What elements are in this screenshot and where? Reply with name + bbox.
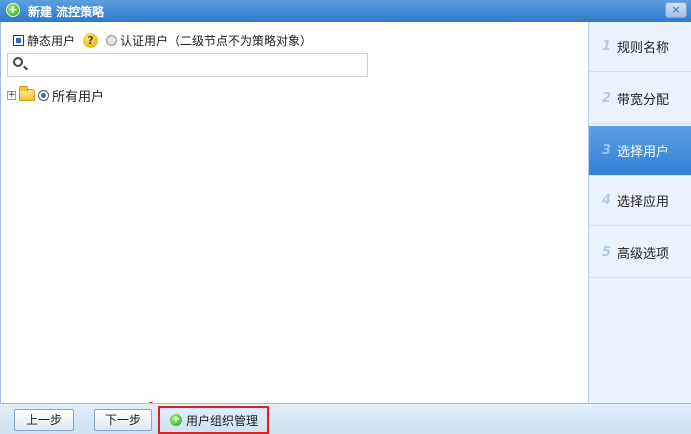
- step-number: 3: [601, 143, 611, 158]
- user-tree: + 所有用户: [7, 86, 104, 105]
- auth-user-radio[interactable]: [106, 34, 118, 46]
- step-label: 规则名称: [617, 41, 670, 56]
- add-circle-icon: +: [170, 414, 182, 426]
- user-org-manage-button[interactable]: + 用户组织管理: [158, 406, 269, 434]
- step-select-user[interactable]: 3 选择用户: [589, 126, 691, 176]
- tree-root-radio[interactable]: [38, 89, 49, 101]
- step-label: 选择应用: [617, 195, 670, 210]
- prev-button[interactable]: 上一步: [14, 409, 74, 431]
- step-bandwidth[interactable]: 2 带宽分配: [589, 74, 691, 124]
- step-number: 1: [601, 39, 611, 54]
- step-select-app[interactable]: 4 选择应用: [589, 176, 691, 226]
- step-number: 2: [601, 91, 611, 106]
- tree-root-label[interactable]: 所有用户: [52, 86, 104, 105]
- search-icon: [13, 57, 23, 67]
- step-number: 5: [601, 245, 611, 260]
- step-label: 带宽分配: [617, 93, 670, 108]
- search-input[interactable]: [30, 56, 364, 76]
- dialog-title: 新建 流控策略: [28, 5, 105, 19]
- static-user-radio[interactable]: [13, 34, 24, 46]
- step-rule-name[interactable]: 1 规则名称: [589, 22, 691, 72]
- static-user-label[interactable]: 静态用户: [27, 32, 75, 49]
- add-icon: +: [6, 3, 20, 17]
- folder-icon: [19, 86, 35, 101]
- expand-icon[interactable]: +: [7, 90, 16, 100]
- auth-user-label[interactable]: 认证用户（二级节点不为策略对象）: [120, 32, 312, 49]
- close-button[interactable]: ×: [665, 2, 687, 18]
- dialog-footer: 上一步 下一步 + 用户组织管理: [0, 403, 691, 434]
- dialog-titlebar: + 新建 流控策略 ×: [0, 0, 691, 22]
- step-number: 4: [601, 193, 611, 208]
- wizard-steps: 1 规则名称 2 带宽分配 3 选择用户 4 选择应用 5 高级选项: [588, 22, 691, 403]
- search-box: [7, 53, 368, 77]
- step-label: 选择用户: [617, 145, 670, 160]
- main-panel: 静态用户 ? 认证用户（二级节点不为策略对象） + 所有用户: [0, 22, 588, 406]
- step-label: 高级选项: [617, 247, 670, 262]
- step-advanced[interactable]: 5 高级选项: [589, 228, 691, 278]
- user-org-manage-label: 用户组织管理: [186, 413, 259, 428]
- user-type-group: 静态用户 ? 认证用户（二级节点不为策略对象）: [13, 32, 312, 48]
- help-icon[interactable]: ?: [83, 32, 99, 48]
- next-button[interactable]: 下一步: [94, 409, 152, 431]
